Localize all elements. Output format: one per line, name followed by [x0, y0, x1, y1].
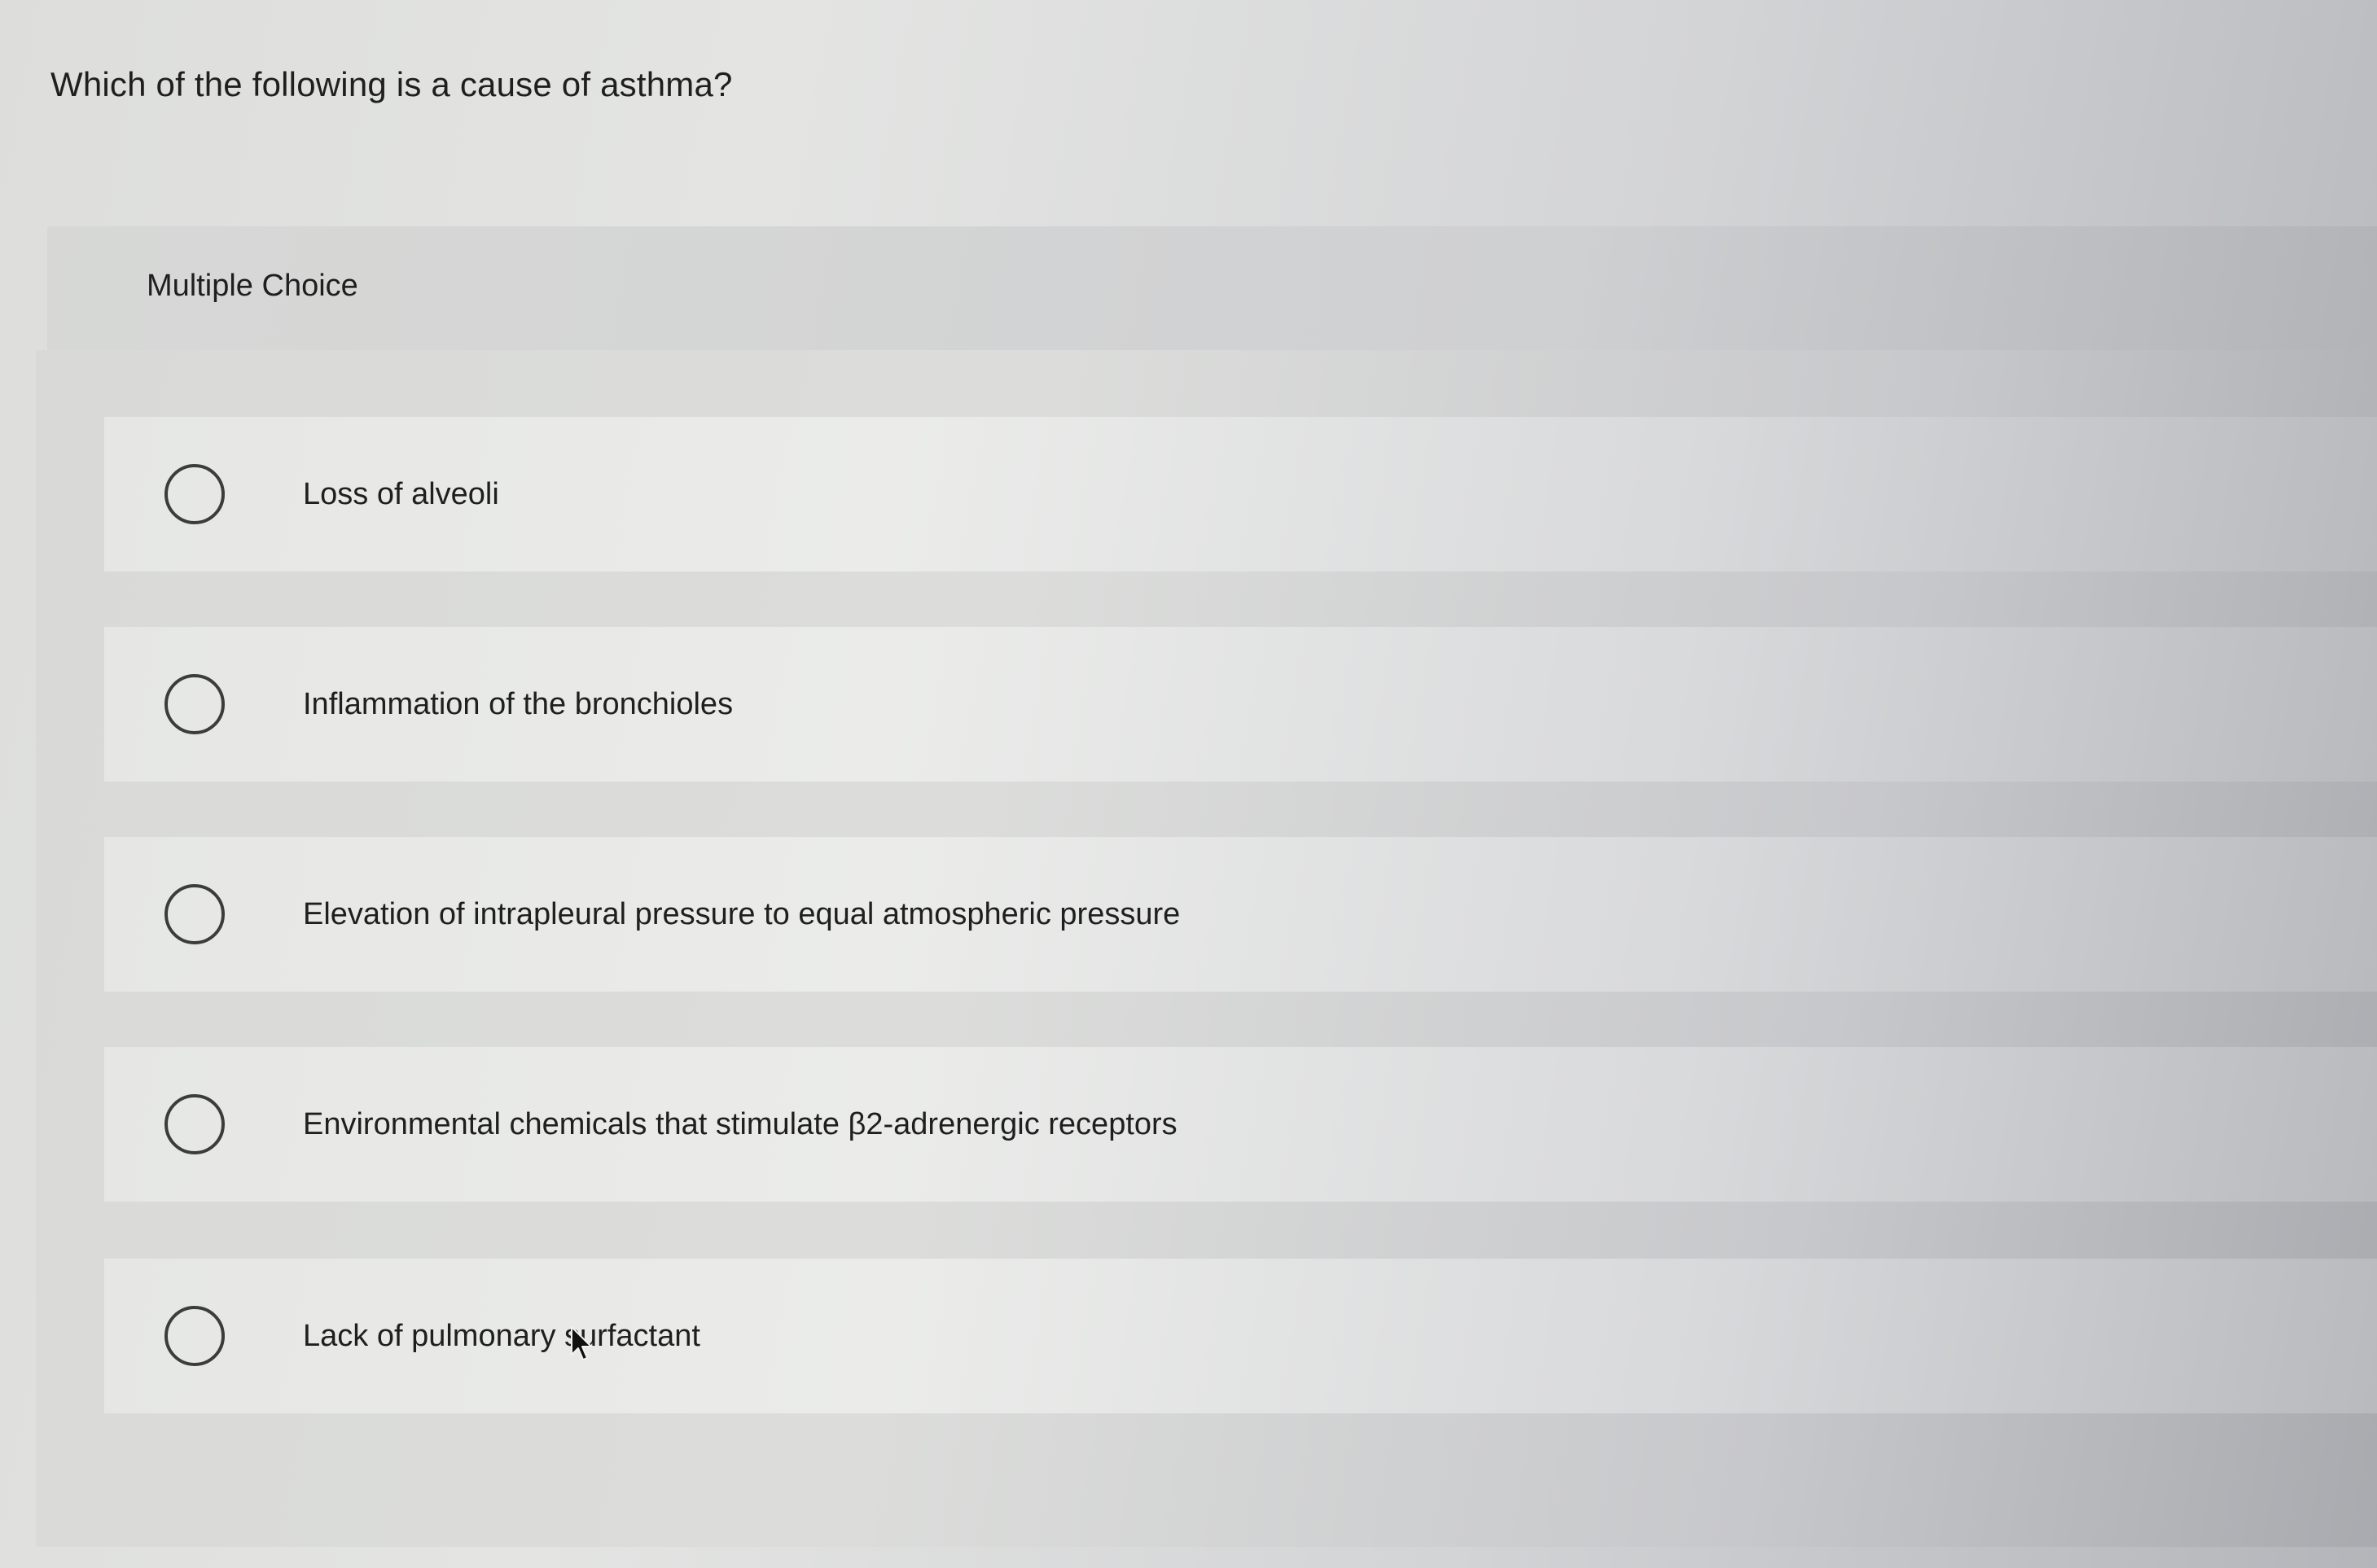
- answer-option-label: Lack of pulmonary surfactant: [303, 1319, 700, 1353]
- radio-unchecked-icon[interactable]: [164, 1306, 225, 1366]
- answer-option-5[interactable]: Lack of pulmonary surfactant: [104, 1259, 2377, 1413]
- answer-option-label: Elevation of intrapleural pressure to eq…: [303, 897, 1181, 931]
- radio-unchecked-icon[interactable]: [164, 884, 225, 944]
- answer-option-label: Loss of alveoli: [303, 477, 499, 511]
- answer-option-3[interactable]: Elevation of intrapleural pressure to eq…: [104, 837, 2377, 992]
- question-text: Which of the following is a cause of ast…: [50, 65, 733, 103]
- answer-option-label: Environmental chemicals that stimulate β…: [303, 1107, 1178, 1141]
- radio-unchecked-icon[interactable]: [164, 1094, 225, 1154]
- answer-option-1[interactable]: Loss of alveoli: [104, 417, 2377, 572]
- answer-option-4[interactable]: Environmental chemicals that stimulate β…: [104, 1047, 2377, 1202]
- answer-option-2[interactable]: Inflammation of the bronchioles: [104, 627, 2377, 782]
- multiple-choice-label: Multiple Choice: [147, 269, 358, 303]
- radio-unchecked-icon[interactable]: [164, 674, 225, 734]
- answer-option-label: Inflammation of the bronchioles: [303, 687, 734, 721]
- radio-unchecked-icon[interactable]: [164, 464, 225, 524]
- mouse-pointer-icon: [571, 1326, 592, 1360]
